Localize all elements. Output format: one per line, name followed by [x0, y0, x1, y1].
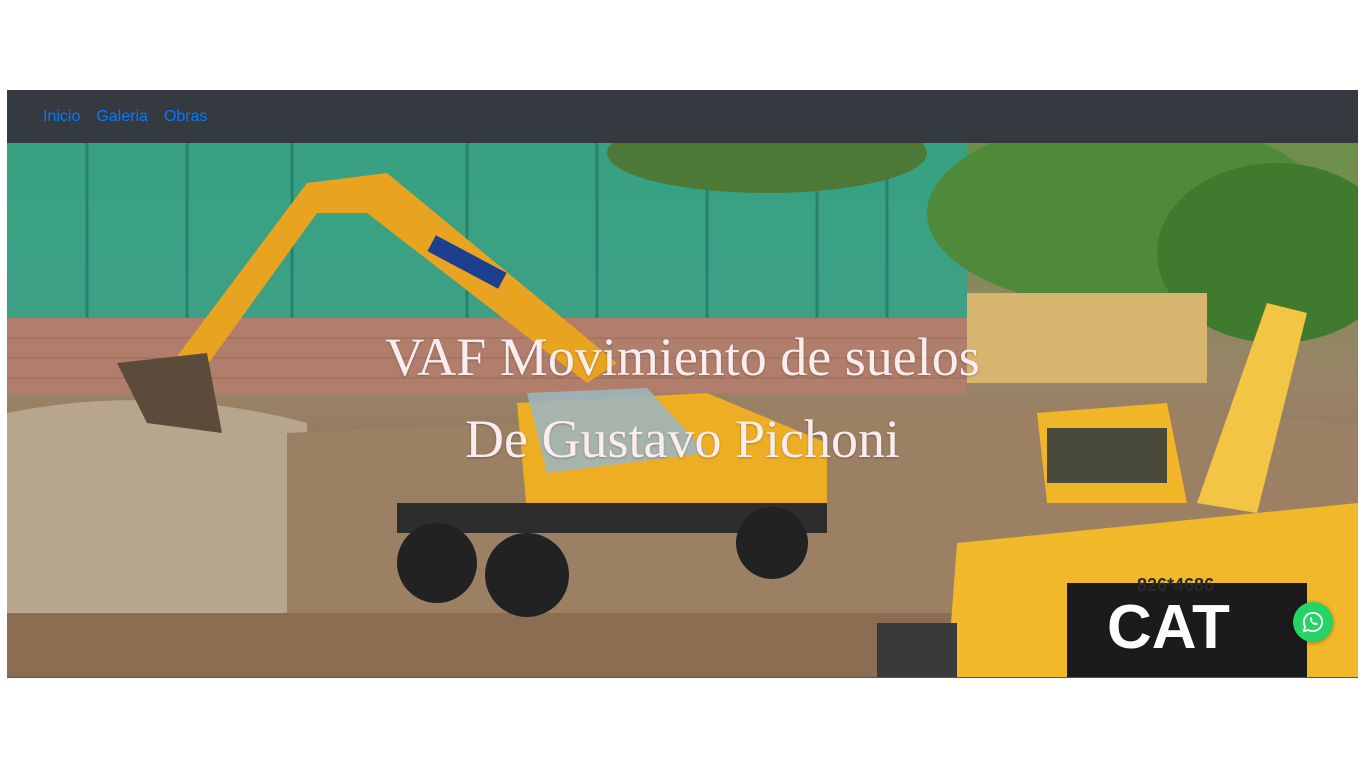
whatsapp-button[interactable]: [1293, 602, 1333, 642]
nav-link-inicio[interactable]: Inicio: [43, 108, 80, 126]
nav-link-obras[interactable]: Obras: [164, 108, 208, 126]
hero-title: VAF Movimiento de suelos: [385, 327, 980, 387]
hero-heading-group: VAF Movimiento de suelos De Gustavo Pich…: [7, 143, 1358, 665]
hero-subtitle: De Gustavo Pichoni: [465, 409, 900, 469]
whatsapp-icon: [1302, 611, 1324, 633]
top-navbar: Inicio Galeria Obras: [7, 90, 1358, 143]
nav-link-galeria[interactable]: Galeria: [96, 108, 148, 126]
hero-banner: CAT 826*4686 VAF Movimiento de suelos De…: [7, 143, 1358, 678]
